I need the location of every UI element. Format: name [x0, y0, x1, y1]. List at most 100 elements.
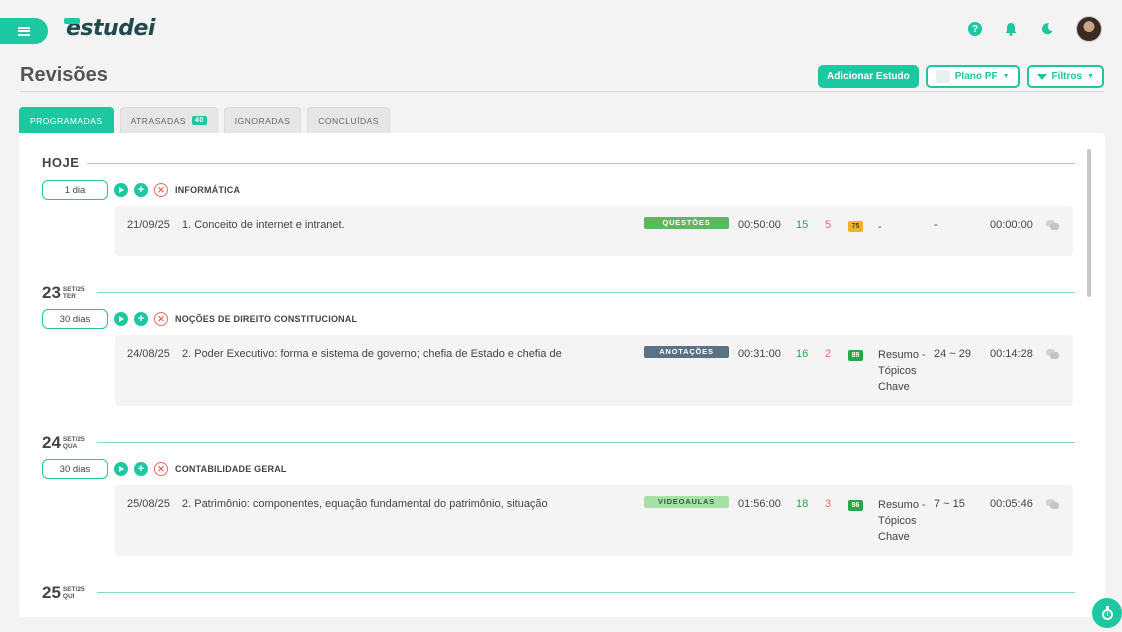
day-meta: SET/25 TER	[63, 286, 85, 300]
interval-select[interactable]: 1 dia	[42, 180, 108, 200]
filters-button[interactable]: Filtros ▼	[1026, 65, 1104, 88]
subject-row: 30 dias + ✕ NOÇÕES DE DIREITO CONSTITUCI…	[42, 309, 357, 329]
subject-name: NOÇÕES DE DIREITO CONSTITUCIONAL	[175, 314, 358, 324]
review-topic: 2. Poder Executivo: forma e sistema de g…	[182, 348, 562, 360]
duration: 00:05:46	[990, 498, 1033, 510]
tab-label: IGNORADAS	[234, 115, 291, 126]
moon-icon[interactable]	[1040, 22, 1054, 36]
day-divider	[87, 163, 1075, 164]
play-icon[interactable]	[114, 183, 128, 197]
review-card[interactable]: 25/08/25 2. Patrimônio: componentes, equ…	[115, 485, 1073, 556]
subject-name: CONTABILIDADE GERAL	[175, 464, 287, 474]
review-topic: 2. Patrimônio: componentes, equação fund…	[182, 498, 548, 510]
play-icon[interactable]	[114, 462, 128, 476]
subject-row: 30 dias + ✕ CONTABILIDADE GERAL	[42, 459, 287, 479]
interval-select[interactable]: 30 dias	[42, 459, 108, 479]
day-header: 25 SET/25 QUI	[42, 583, 85, 603]
tab-label: ATRASADAS	[130, 115, 186, 126]
category-tag: VIDEOAULAS	[644, 496, 729, 508]
tab-label: CONCLUÍDAS	[318, 115, 379, 126]
day-header: 23 SET/25 TER	[42, 283, 85, 303]
subject-name: INFORMÁTICA	[175, 185, 241, 195]
percent-badge: 86	[848, 500, 863, 511]
chevron-down-icon: ▼	[1002, 73, 1010, 80]
reviews-panel: HOJE 1 dia + ✕ INFORMÁTICA 21/09/25 1. C…	[19, 133, 1105, 617]
filters-label: Filtros	[1051, 71, 1083, 82]
correct-count: 18	[796, 498, 809, 510]
logo-hat-icon	[64, 18, 80, 24]
scrollbar[interactable]	[1087, 149, 1091, 297]
weekday: QUA	[62, 443, 78, 450]
stopwatch-icon	[1101, 605, 1113, 620]
day-number: 23	[42, 283, 61, 302]
title-divider	[20, 91, 1104, 92]
weekday: QUI	[62, 593, 75, 600]
pages: 7 ~ 15	[934, 498, 965, 510]
comment-icon[interactable]	[1046, 349, 1060, 359]
review-topic: 1. Conceito de internet e intranet.	[182, 219, 345, 231]
plus-icon[interactable]: +	[134, 462, 148, 476]
count-badge: 40	[191, 116, 207, 125]
study-time: 01:56:00	[738, 498, 781, 510]
month: SET/25	[62, 286, 85, 293]
day-header: 24 SET/25 QUA	[42, 433, 85, 453]
review-date: 25/08/25	[127, 498, 170, 510]
timer-fab-button[interactable]	[1092, 598, 1122, 628]
subject-row: 1 dia + ✕ INFORMÁTICA	[42, 180, 240, 200]
review-card[interactable]: 21/09/25 1. Conceito de internet e intra…	[115, 206, 1073, 256]
review-date: 24/08/25	[127, 348, 170, 360]
percent-badge: 75	[848, 221, 863, 232]
tab-ignoradas[interactable]: IGNORADAS	[223, 107, 302, 133]
category-tag: ANOTAÇÕES	[644, 346, 729, 358]
study-time: 00:31:00	[738, 348, 781, 360]
help-icon[interactable]: ?	[968, 22, 982, 36]
review-date: 21/09/25	[127, 219, 170, 231]
day-divider	[97, 592, 1075, 593]
plan-color-icon	[935, 70, 950, 83]
comment-icon[interactable]	[1046, 220, 1060, 230]
tab-atrasadas[interactable]: ATRASADAS 40	[119, 107, 218, 133]
close-icon[interactable]: ✕	[154, 462, 168, 476]
day-divider	[97, 292, 1075, 293]
close-icon[interactable]: ✕	[154, 312, 168, 326]
hamburger-icon	[18, 26, 30, 36]
month: SET/25	[62, 586, 85, 593]
close-icon[interactable]: ✕	[154, 183, 168, 197]
review-card[interactable]: 24/08/25 2. Poder Executivo: forma e sis…	[115, 335, 1073, 406]
day-number: 25	[42, 583, 61, 602]
material: Resumo - Tópicos Chave	[878, 349, 926, 393]
weekday: TER	[62, 293, 76, 300]
add-study-button[interactable]: Adicionar Estudo	[817, 65, 919, 88]
category-tag: QUESTÕES	[644, 217, 729, 229]
day-meta: SET/25 QUA	[63, 436, 85, 450]
play-icon[interactable]	[114, 312, 128, 326]
wrong-count: 2	[825, 348, 832, 360]
plus-icon[interactable]: +	[134, 312, 148, 326]
percent-badge: 89	[848, 350, 863, 361]
bell-icon[interactable]	[1004, 22, 1018, 36]
study-time: 00:50:00	[738, 219, 781, 231]
plan-select[interactable]: Plano PF ▼	[925, 65, 1020, 88]
correct-count: 16	[796, 348, 809, 360]
interval-select[interactable]: 30 dias	[42, 309, 108, 329]
menu-button[interactable]	[0, 18, 48, 44]
correct-count: 15	[796, 219, 809, 231]
tab-concluidas[interactable]: CONCLUÍDAS	[307, 107, 390, 133]
day-number: 24	[42, 433, 61, 452]
page-title: Revisões	[20, 64, 108, 86]
material: -	[878, 221, 882, 233]
month: SET/25	[62, 436, 85, 443]
tab-label: PROGRAMADAS	[30, 115, 103, 126]
tab-programadas[interactable]: PROGRAMADAS	[19, 107, 114, 133]
logo[interactable]: estudei	[64, 16, 155, 41]
comment-icon[interactable]	[1046, 499, 1060, 509]
day-label: HOJE	[42, 155, 80, 170]
avatar[interactable]	[1076, 16, 1102, 42]
plus-icon[interactable]: +	[134, 183, 148, 197]
pages: -	[934, 219, 938, 231]
wrong-count: 5	[825, 219, 832, 231]
header-actions: Adicionar Estudo Plano PF ▼ Filtros ▼	[817, 65, 1104, 88]
day-header: HOJE	[42, 155, 79, 170]
wrong-count: 3	[825, 498, 832, 510]
duration: 00:00:00	[990, 219, 1033, 231]
